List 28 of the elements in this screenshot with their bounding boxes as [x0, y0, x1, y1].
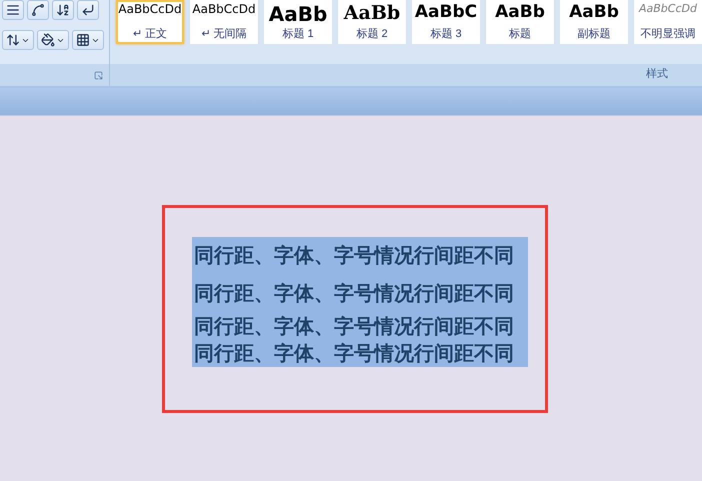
curve-button[interactable]	[27, 0, 49, 20]
dialog-launcher-icon[interactable]	[94, 71, 103, 80]
style-gallery-item[interactable]: AaBbCcDd ↵ 无间隔	[190, 0, 258, 44]
justify-icon	[6, 3, 20, 17]
group-label: 样式	[646, 66, 668, 81]
document-line: 同行距、字体、字号情况行间距不同	[193, 313, 515, 340]
style-gallery-item[interactable]: AaBbCcDd 不明显强调	[634, 0, 702, 44]
style-gallery-item[interactable]: AaBb 标题 2	[338, 0, 406, 44]
document-line: 同行距、字体、字号情况行间距不同	[193, 340, 515, 367]
style-gallery-item[interactable]: AaBbCcDd ↵ 正文	[116, 0, 184, 44]
return-arrow-icon	[81, 3, 95, 17]
paint-bucket-button[interactable]	[37, 30, 69, 50]
style-gallery-item[interactable]: AaBb 副标题	[560, 0, 628, 44]
sort-icon	[56, 3, 70, 17]
line-spacing-icon	[6, 33, 20, 47]
justify-button[interactable]	[2, 0, 24, 20]
line-spacing-button[interactable]	[2, 30, 34, 50]
style-gallery-item[interactable]: AaBbC 标题 3	[412, 0, 480, 44]
style-gallery-item[interactable]: AaBb 标题	[486, 0, 554, 44]
borders-button[interactable]	[72, 30, 104, 50]
document-line: 同行距、字体、字号情况行间距不同	[193, 280, 515, 307]
return-arrow-button[interactable]	[77, 0, 99, 20]
style-gallery-item[interactable]: AaBb 标题 1	[264, 0, 332, 44]
paint-bucket-icon	[41, 33, 55, 47]
sort-button[interactable]	[52, 0, 74, 20]
borders-icon	[76, 33, 90, 47]
document-line: 同行距、字体、字号情况行间距不同	[193, 242, 515, 269]
curve-icon	[31, 3, 45, 17]
